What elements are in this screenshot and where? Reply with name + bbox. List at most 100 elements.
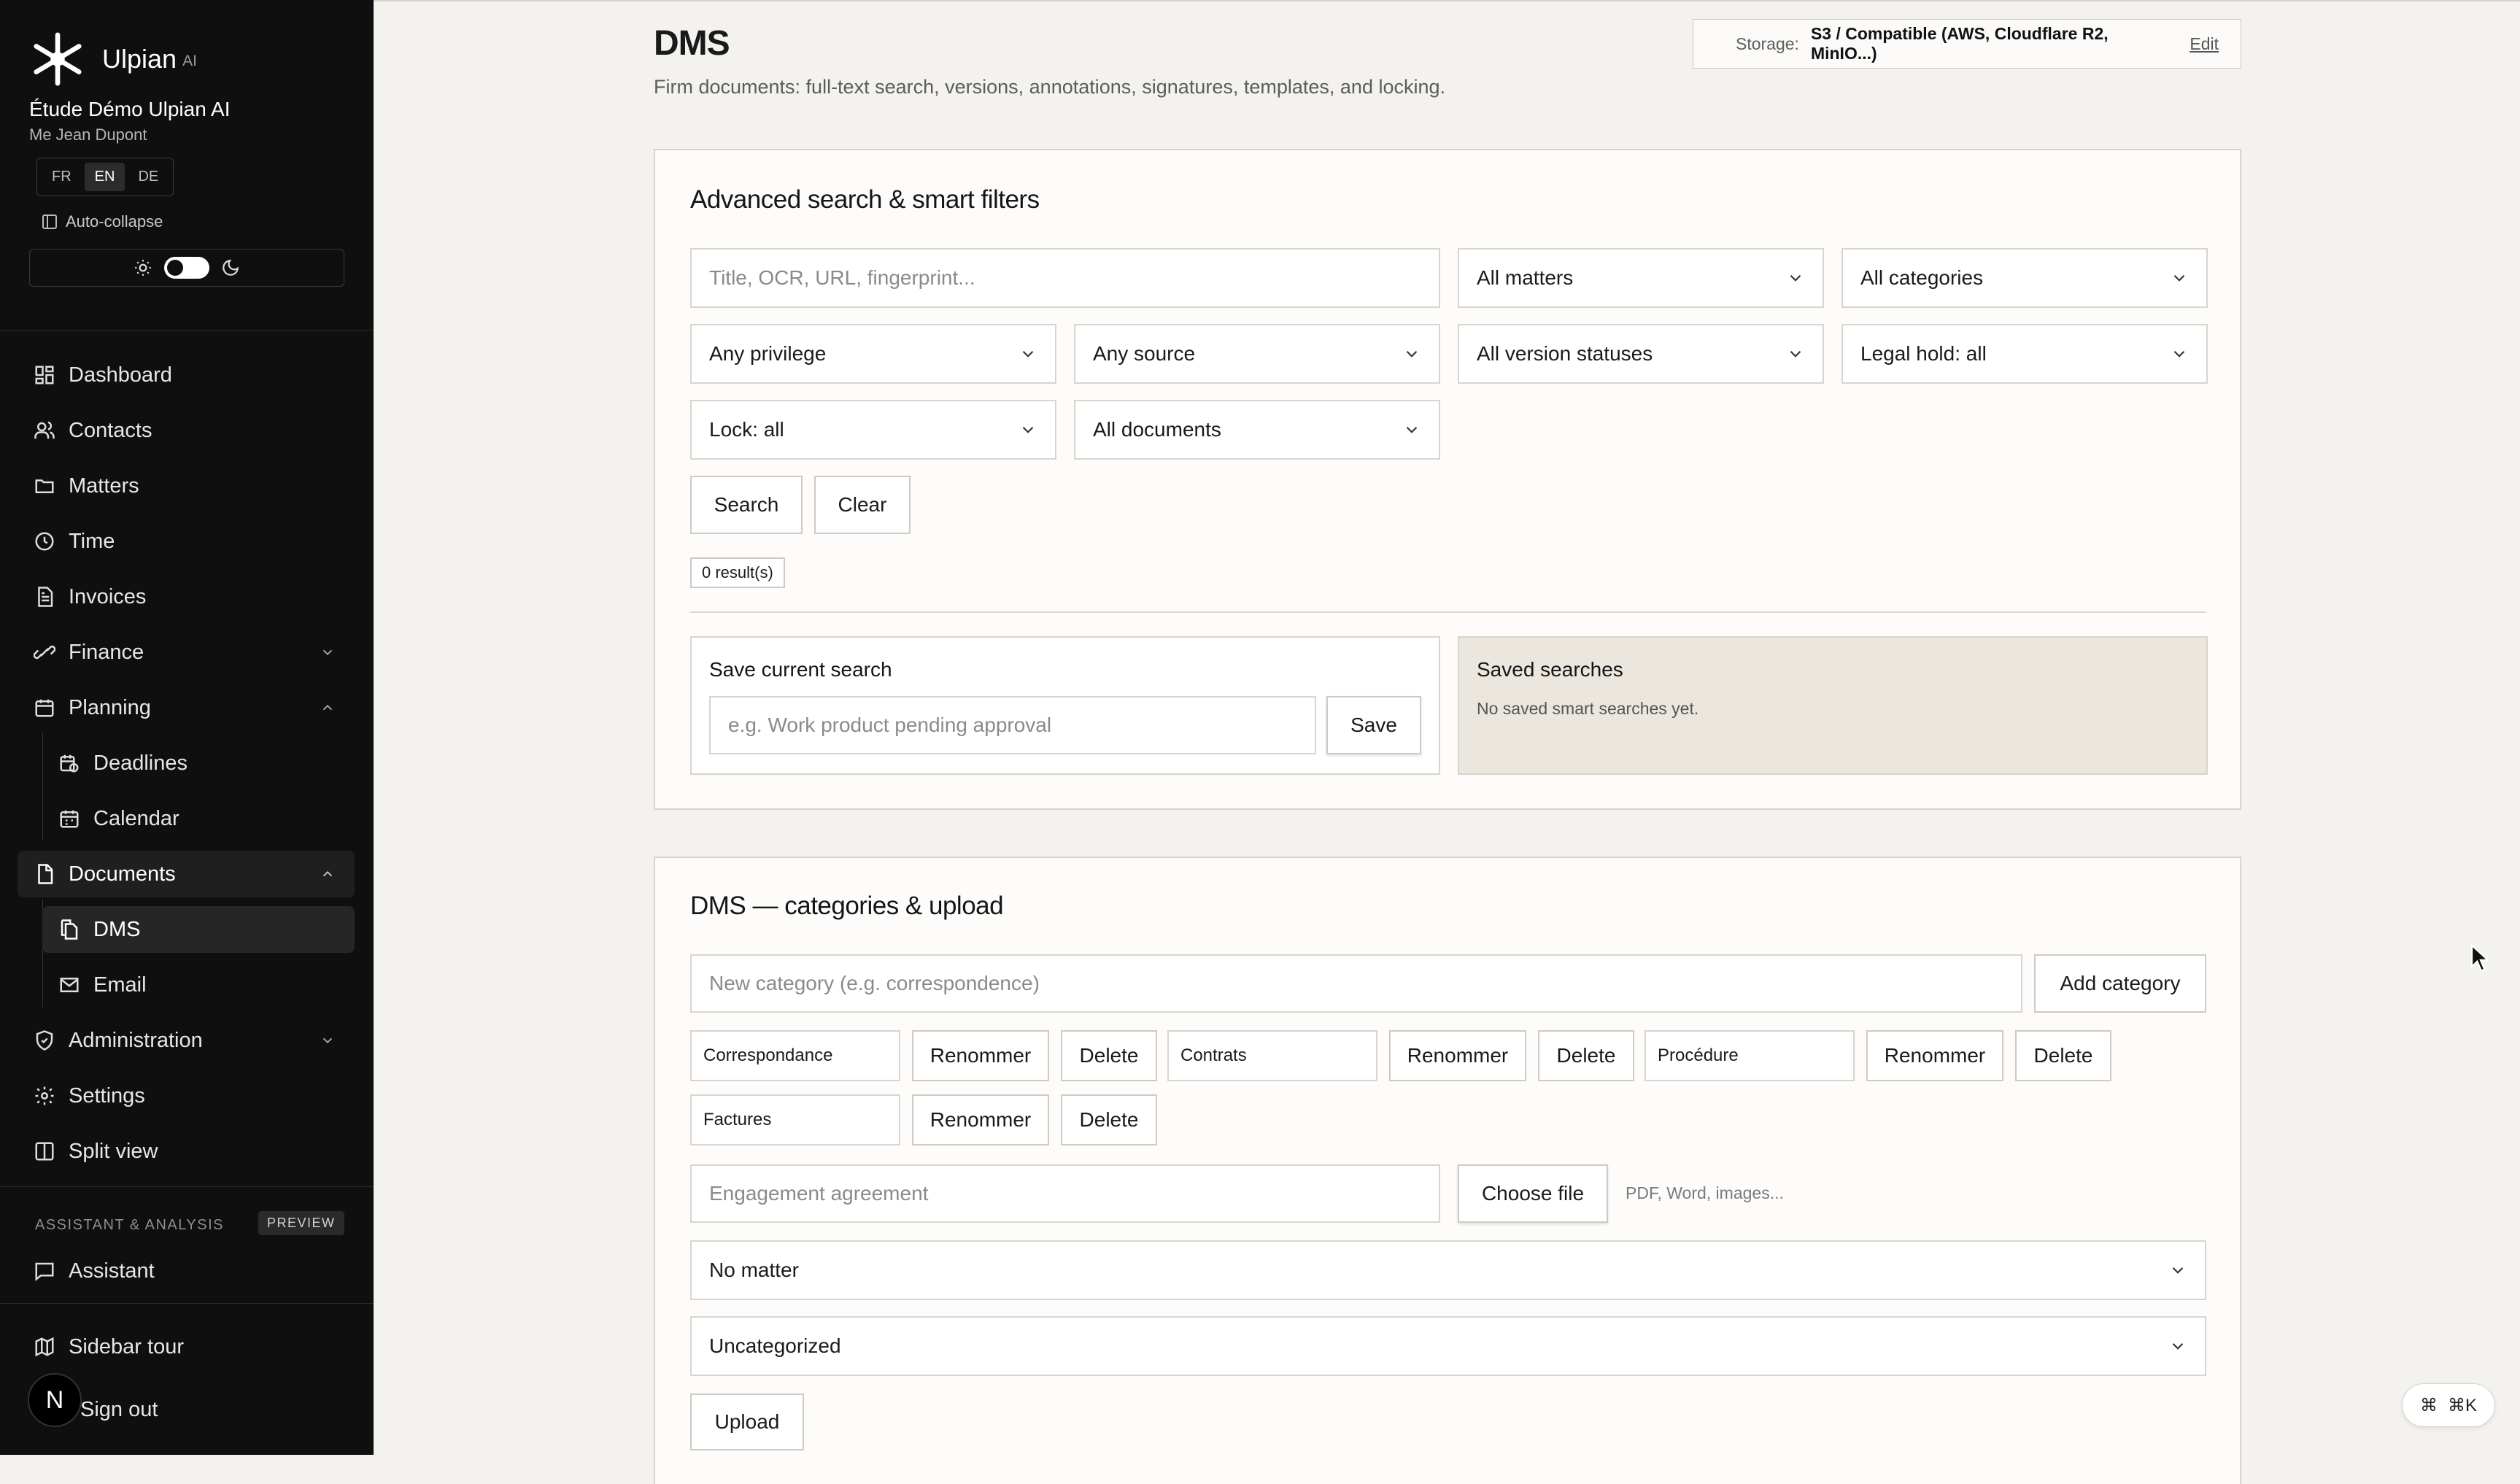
save-search-name-input[interactable]: e.g. Work product pending approval — [709, 696, 1316, 754]
nav-contacts-label: Contacts — [69, 418, 152, 442]
columns-icon — [35, 1142, 54, 1161]
upload-category-select[interactable]: Uncategorized — [690, 1316, 2206, 1376]
nav-matters[interactable]: Matters — [18, 463, 355, 509]
command-palette-button[interactable]: ⌘ ⌘K — [2402, 1383, 2495, 1427]
nav-settings[interactable]: Settings — [18, 1073, 355, 1119]
privilege-filter-value: Any privilege — [709, 342, 827, 365]
storage-edit-link[interactable]: Edit — [2189, 34, 2219, 54]
add-category-button[interactable]: Add category — [2034, 954, 2206, 1013]
theme-switch[interactable] — [29, 249, 344, 287]
nav-split-view[interactable]: Split view — [18, 1128, 355, 1175]
auto-collapse-toggle[interactable]: Auto-collapse — [41, 212, 344, 231]
brand[interactable]: Ulpian AI — [29, 29, 344, 89]
nav-planning-label: Planning — [69, 695, 151, 719]
page-title: DMS — [654, 24, 730, 63]
nav-deadlines[interactable]: Deadlines — [42, 740, 355, 787]
main-content: DMS Firm documents: full-text search, ve… — [374, 0, 2520, 1484]
delete-category-button[interactable]: Delete — [1061, 1030, 1157, 1081]
folder-icon — [35, 479, 54, 493]
theme-toggle[interactable] — [164, 257, 209, 279]
choose-file-button[interactable]: Choose file — [1458, 1164, 1608, 1223]
nav-dms[interactable]: DMS — [42, 906, 355, 953]
search-input[interactable]: Title, OCR, URL, fingerprint... — [690, 248, 1440, 308]
category-name-field[interactable]: Contrats — [1167, 1030, 1377, 1081]
lock-filter-select[interactable]: Lock: all — [690, 400, 1056, 460]
avatar[interactable]: N — [28, 1373, 82, 1427]
files-icon — [61, 919, 78, 940]
nav-email[interactable]: Email — [42, 962, 355, 1008]
section-label-assistant: ASSISTANT & ANALYSIS — [35, 1217, 224, 1233]
nav-finance-label: Finance — [69, 640, 144, 664]
categories-card-title: DMS — categories & upload — [690, 892, 1004, 920]
nav-documents[interactable]: Documents — [18, 851, 355, 897]
categories-upload-card: DMS — categories & upload New category (… — [654, 857, 2241, 1484]
storage-indicator: Storage: S3 / Compatible (AWS, Cloudflar… — [1693, 19, 2241, 69]
calendar-icon — [35, 699, 54, 717]
rename-category-button[interactable]: Renommer — [1389, 1030, 1526, 1081]
nav-invoices-label: Invoices — [69, 584, 147, 608]
search-button[interactable]: Search — [690, 476, 803, 534]
nav-assistant[interactable]: Assistant — [18, 1248, 355, 1294]
delete-category-button[interactable]: Delete — [1061, 1094, 1157, 1145]
document-icon — [38, 864, 53, 884]
documents-filter-select[interactable]: All documents — [1074, 400, 1440, 460]
document-title-input[interactable]: Engagement agreement — [690, 1164, 1440, 1223]
chevron-up-icon — [322, 870, 333, 877]
map-icon — [35, 1337, 54, 1357]
lang-en[interactable]: EN — [84, 163, 125, 191]
source-filter-value: Any source — [1093, 342, 1196, 365]
delete-category-button[interactable]: Delete — [2015, 1030, 2111, 1081]
shield-check-icon — [36, 1030, 53, 1051]
nav-calendar[interactable]: Calendar — [42, 795, 355, 842]
chevron-down-icon — [1790, 274, 1801, 282]
nav-contacts[interactable]: Contacts — [18, 407, 355, 454]
source-filter-select[interactable]: Any source — [1074, 324, 1440, 384]
nav-invoices[interactable]: Invoices — [18, 573, 355, 620]
category-name-field[interactable]: Procédure — [1644, 1030, 1855, 1081]
save-search-panel: Save current search e.g. Work product pe… — [690, 636, 1440, 775]
save-search-title: Save current search — [709, 658, 892, 681]
new-category-input[interactable]: New category (e.g. correspondence) — [690, 954, 2022, 1013]
nav-finance[interactable]: Finance — [18, 629, 355, 676]
upload-matter-select[interactable]: No matter — [690, 1240, 2206, 1300]
legal-hold-filter-value: Legal hold: all — [1860, 342, 1987, 365]
nav-documents-label: Documents — [69, 862, 176, 886]
nav-sidebar-tour-label: Sidebar tour — [69, 1334, 184, 1359]
category-filter-value: All categories — [1860, 266, 1984, 289]
finance-icon — [34, 645, 55, 660]
save-search-button[interactable]: Save — [1326, 696, 1421, 754]
nav-administration[interactable]: Administration — [18, 1017, 355, 1064]
result-count-badge: 0 result(s) — [690, 557, 785, 588]
clear-button[interactable]: Clear — [814, 476, 911, 534]
category-name-field[interactable]: Correspondance — [690, 1030, 900, 1081]
rename-category-button[interactable]: Renommer — [912, 1030, 1049, 1081]
category-filter-select[interactable]: All categories — [1841, 248, 2208, 308]
sidebar-divider — [0, 1303, 374, 1304]
upload-button[interactable]: Upload — [690, 1394, 804, 1450]
chevron-down-icon — [322, 1037, 333, 1044]
saved-searches-empty: No saved smart searches yet. — [1477, 699, 1699, 718]
moon-icon — [223, 259, 239, 276]
command-icon: ⌘ — [2419, 1395, 2438, 1415]
chevron-down-icon — [2173, 274, 2185, 282]
category-name-field[interactable]: Factures — [690, 1094, 900, 1145]
nav-deadlines-label: Deadlines — [93, 751, 188, 775]
nav-sidebar-tour[interactable]: Sidebar tour — [18, 1323, 355, 1370]
nav-dashboard[interactable]: Dashboard — [18, 352, 355, 398]
matter-filter-select[interactable]: All matters — [1458, 248, 1824, 308]
search-divider — [690, 611, 2206, 613]
lang-de[interactable]: DE — [128, 163, 169, 191]
version-status-filter-select[interactable]: All version statuses — [1458, 324, 1824, 384]
sidebar-divider — [0, 330, 374, 331]
rename-category-button[interactable]: Renommer — [912, 1094, 1049, 1145]
sign-out-button[interactable]: Sign out — [80, 1398, 158, 1422]
nav-planning[interactable]: Planning — [18, 684, 355, 731]
nav-time[interactable]: Time — [18, 518, 355, 565]
legal-hold-filter-select[interactable]: Legal hold: all — [1841, 324, 2208, 384]
mouse-cursor-icon — [2471, 944, 2489, 972]
delete-category-button[interactable]: Delete — [1538, 1030, 1634, 1081]
rename-category-button[interactable]: Renommer — [1866, 1030, 2003, 1081]
privilege-filter-select[interactable]: Any privilege — [690, 324, 1056, 384]
nav-settings-label: Settings — [69, 1083, 145, 1108]
lang-fr[interactable]: FR — [42, 163, 82, 191]
